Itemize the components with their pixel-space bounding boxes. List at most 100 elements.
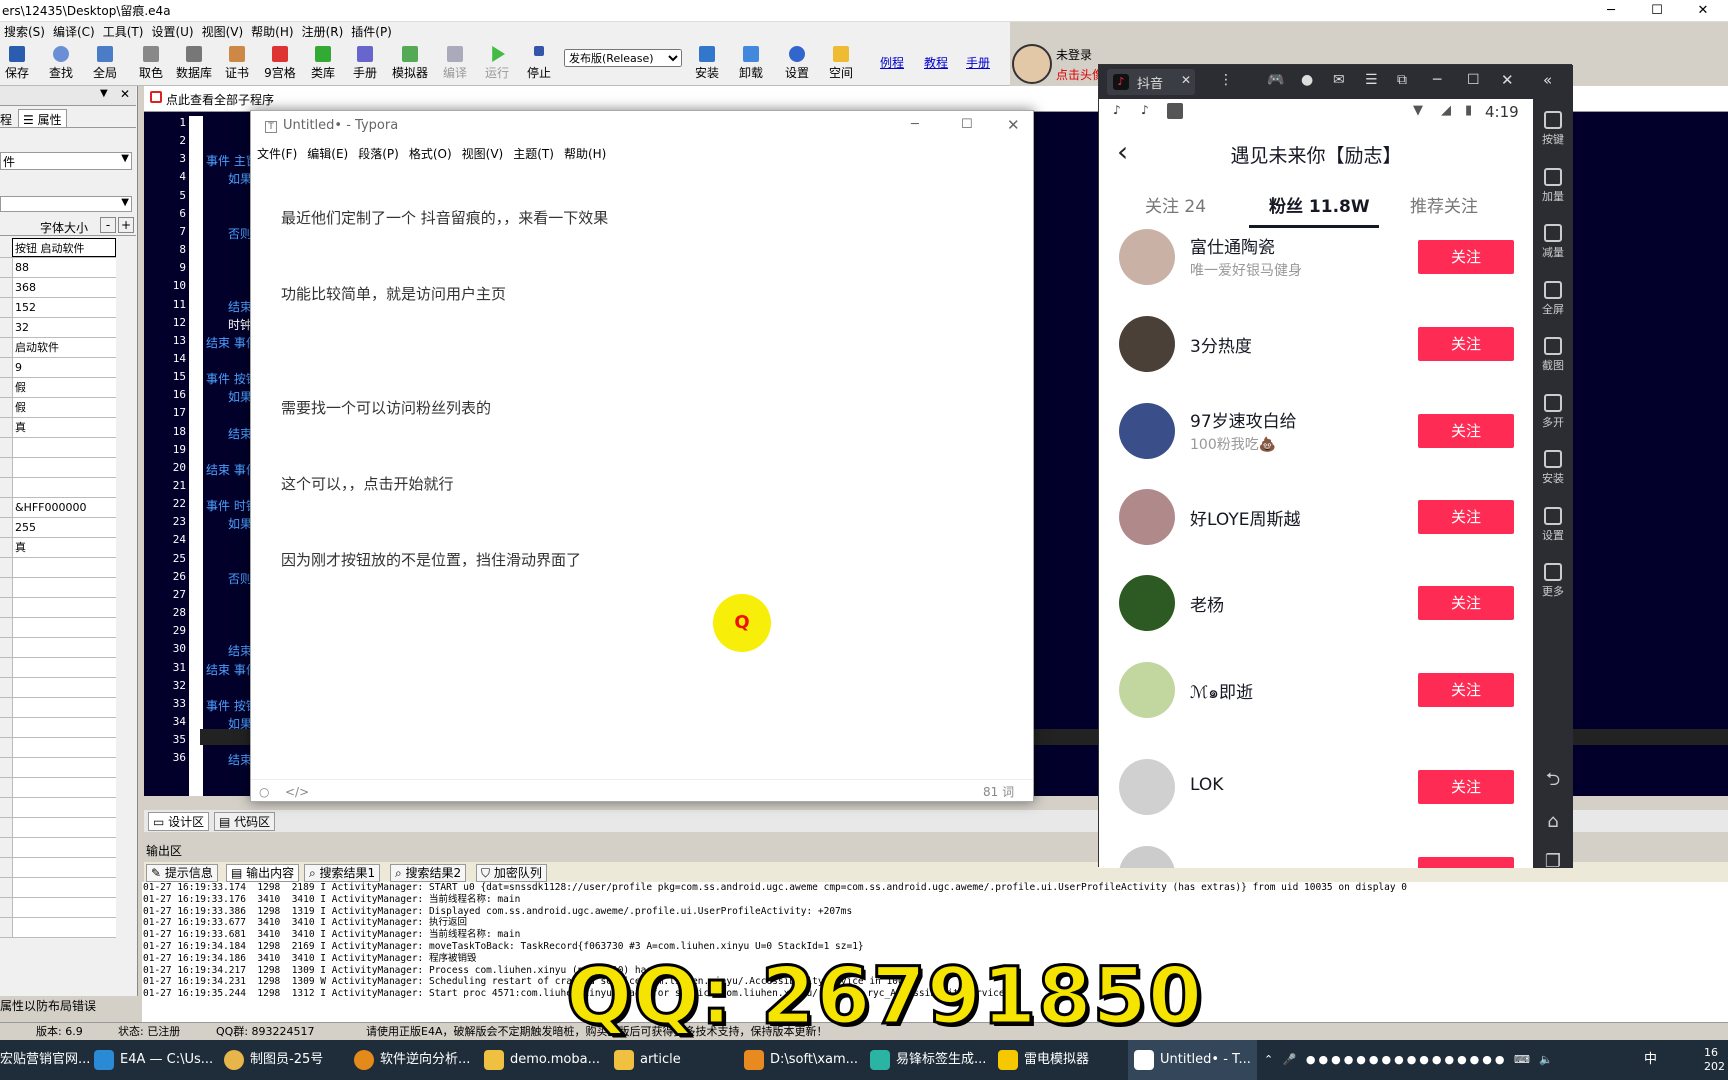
taskbar-item-e4a[interactable]: E4A — C:\Us... [94,1040,213,1080]
property-row[interactable] [0,898,116,918]
property-value[interactable] [12,838,116,857]
fan-name[interactable]: 老杨 [1190,591,1224,616]
property-value[interactable]: 152 [12,298,116,317]
login-hint[interactable]: 点击头像 [1056,66,1104,83]
code-line[interactable]: 如果 [228,515,252,532]
property-value[interactable]: 32 [12,318,116,337]
avatar[interactable] [1119,229,1175,285]
property-value[interactable] [12,658,116,677]
typora-paragraph[interactable]: 最近他们定制了一个 抖音留痕的，，来看一下效果 [281,207,608,228]
fan-list-item[interactable]: 3分热度 关注 [1099,316,1533,396]
tab-search-2[interactable]: ⌕ 搜索结果2 [390,864,467,882]
taskbar-item-drawing[interactable]: 制图员-25号 [224,1040,323,1080]
property-value[interactable]: 255 [12,518,116,537]
sidebar-button[interactable]: 设置 [1533,506,1573,543]
taskbar-item-partial[interactable]: 宏贴营销官网... [0,1040,90,1080]
property-value[interactable] [12,738,116,757]
build-mode-select[interactable]: 发布版(Release) [564,49,682,67]
taskbar-item-reverse[interactable]: 软件逆向分析... [354,1040,470,1080]
run-button[interactable]: 运行 [482,46,512,84]
code-line[interactable]: 如果 [228,715,252,732]
property-row[interactable]: 假 [0,378,116,398]
screen-icon[interactable]: ⧉ [1397,72,1407,88]
code-line[interactable]: 结束 [228,298,252,315]
fan-list-item[interactable]: 富仕通陶瓷 唯一爱好银马健身 关注 [1099,229,1533,309]
property-value[interactable] [12,638,116,657]
android-home-icon[interactable]: ⌂ [1533,811,1573,832]
property-row[interactable]: 255 [0,518,116,538]
component-select[interactable]: 件 ▼ [0,152,132,170]
follow-button[interactable]: 关注 [1418,414,1514,448]
user-icon[interactable]: ● [1301,72,1313,88]
follow-button[interactable]: 关注 [1418,770,1514,804]
tray-icons[interactable]: ⌃ 🎤 ●●●●●●●●●●●●●●●● ⌨ 🔈 [1264,1040,1556,1080]
property-value[interactable]: 启动软件 [12,338,116,357]
property-value[interactable]: 88 [12,258,116,277]
property-value[interactable] [12,618,116,637]
find-button[interactable]: 查找 [46,46,76,84]
android-recents-icon[interactable]: ❐ [1533,851,1573,872]
fan-name[interactable]: 好LOYE周斯越 [1190,505,1300,530]
property-value[interactable] [12,778,116,797]
sidebar-button[interactable]: 多开 [1533,393,1573,430]
tab-recommended[interactable]: 推荐关注 [1410,192,1478,217]
property-row[interactable] [0,818,116,838]
tab-following[interactable]: 关注 24 [1145,192,1206,217]
class-library-button[interactable]: 类库 [308,46,338,84]
tab-search-1[interactable]: ⌕ 搜索结果1 [304,864,381,882]
tab-design[interactable]: ▭ 设计区 [148,812,210,831]
nine-grid-button[interactable]: 9宫格 [262,46,298,84]
space-button[interactable]: 空间 [826,46,856,84]
property-value[interactable]: 368 [12,278,116,297]
compile-button[interactable]: 编译 [440,46,470,84]
fan-name[interactable]: 3分热度 [1190,332,1252,357]
property-row[interactable] [0,618,116,638]
property-row[interactable]: 88 [0,258,116,278]
property-value[interactable]: 按钮 启动软件 [12,238,116,257]
property-row[interactable] [0,778,116,798]
property-value[interactable] [12,858,116,877]
follow-button[interactable]: 关注 [1418,586,1514,620]
stop-button[interactable]: 停止 [524,46,554,84]
property-row[interactable]: 真 [0,538,116,558]
manual-link[interactable]: 手册 [966,54,990,71]
outline-toggle-icon[interactable]: ○ [259,780,269,804]
tab-encrypt-queue[interactable]: ⛉ 加密队列 [476,864,547,882]
property-row[interactable]: 9 [0,358,116,378]
code-line[interactable]: 结束 [228,425,252,442]
property-value[interactable] [12,898,116,917]
property-value[interactable]: 真 [12,538,116,557]
avatar[interactable] [1119,316,1175,372]
ime-indicator[interactable]: 中 [1644,1040,1657,1080]
settings-button[interactable]: 设置 [782,46,812,84]
code-line[interactable]: 如果 [228,170,252,187]
panel-close-icon[interactable]: ✕ [120,87,130,101]
list-icon[interactable]: ☰ [1365,72,1378,88]
property-row[interactable]: 启动软件 [0,338,116,358]
tab-output[interactable]: ▤ 输出内容 [226,864,300,882]
avatar[interactable] [1119,575,1175,631]
property-row[interactable]: 32 [0,318,116,338]
fan-list-item[interactable]: 老杨 关注 [1099,575,1533,655]
property-value[interactable] [12,558,116,577]
emulator-tab[interactable]: ♪ 抖音 ✕ [1107,69,1195,95]
property-row[interactable]: 真 [0,418,116,438]
property-value[interactable] [12,598,116,617]
menu-view[interactable]: 视图(V) [198,22,248,42]
maximize-icon[interactable]: ☐ [1634,0,1680,22]
tutorial-link[interactable]: 教程 [924,54,948,71]
fan-name[interactable]: LOK [1190,775,1223,795]
typora-menu-paragraph[interactable]: 段落(P) [358,147,399,161]
property-row[interactable] [0,638,116,658]
property-row[interactable]: 假 [0,398,116,418]
typora-paragraph[interactable]: 因为刚才按钮放的不是位置，挡住滑动界面了 [281,549,581,570]
typora-paragraph[interactable]: 需要找一个可以访问粉丝列表的 [281,397,491,418]
close-icon[interactable]: ✕ [1501,71,1514,89]
tab-close-icon[interactable]: ✕ [1181,73,1191,87]
property-row[interactable] [0,798,116,818]
taskbar-item-ldplayer[interactable]: 雷电模拟器 [998,1040,1089,1080]
tab-program[interactable]: 程 [0,111,12,128]
sidebar-button[interactable]: 减量 [1533,224,1573,260]
property-row[interactable] [0,558,116,578]
taskbar-item-article[interactable]: article [614,1040,681,1080]
